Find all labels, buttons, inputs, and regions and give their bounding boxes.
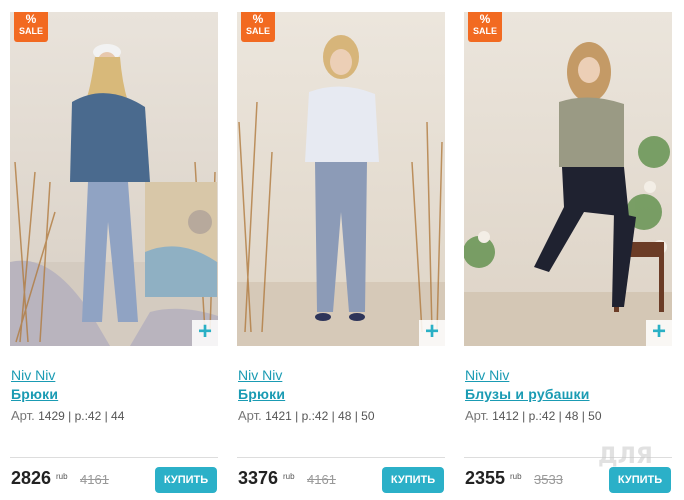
product-brand-link[interactable]: Niv Niv [238,367,282,383]
sale-label: SALE [472,26,497,36]
product-photo[interactable] [10,12,218,346]
add-plus-icon[interactable]: + [646,320,672,346]
sku-label: Арт. [465,408,489,423]
sale-percent-icon: % [479,12,491,26]
price-currency: rub [56,472,68,481]
buy-button[interactable]: КУПИТЬ [382,467,444,493]
buy-button[interactable]: КУПИТЬ [609,467,671,493]
product-card: % SALE + Niv Niv Блузы и рубашки Арт. 14… [464,0,678,500]
divider [10,457,218,458]
product-card: % SALE + Niv Niv Брюки Арт. 1429 | р.:42… [10,0,224,500]
sku-sizes: 1421 | р.:42 | 48 | 50 [265,409,375,423]
add-plus-icon[interactable]: + [192,320,218,346]
sku-sizes: 1412 | р.:42 | 48 | 50 [492,409,602,423]
sale-badge: % SALE [468,12,502,42]
sale-percent-icon: % [252,12,264,26]
product-card: % SALE + Niv Niv Брюки Арт. 1421 | р.:42… [237,0,451,500]
buy-button[interactable]: КУПИТЬ [155,467,217,493]
sku-label: Арт. [238,408,262,423]
sale-label: SALE [245,26,270,36]
product-price: 3376 [238,468,279,488]
product-price: 2355 [465,468,506,488]
product-sku: Арт. 1412 | р.:42 | 48 | 50 [465,408,602,423]
old-price: 4161 [307,472,336,487]
sale-label: SALE [18,26,43,36]
product-name-link[interactable]: Брюки [11,386,58,402]
add-plus-icon[interactable]: + [419,320,445,346]
sku-sizes: 1429 | р.:42 | 44 [38,409,125,423]
sku-label: Арт. [11,408,35,423]
product-photo[interactable] [237,12,445,346]
product-grid: % SALE + Niv Niv Брюки Арт. 1429 | р.:42… [0,0,684,500]
product-sku: Арт. 1421 | р.:42 | 48 | 50 [238,408,375,423]
sale-badge: % SALE [14,12,48,42]
old-price: 3533 [534,472,563,487]
sale-percent-icon: % [25,12,37,26]
price-currency: rub [283,472,295,481]
product-brand-link[interactable]: Niv Niv [465,367,509,383]
price-currency: rub [510,472,522,481]
product-sku: Арт. 1429 | р.:42 | 44 [11,408,124,423]
product-brand-link[interactable]: Niv Niv [11,367,55,383]
product-price: 2826 [11,468,52,488]
product-name-link[interactable]: Брюки [238,386,285,402]
product-name-link[interactable]: Блузы и рубашки [465,386,590,402]
old-price: 4161 [80,472,109,487]
product-photo[interactable] [464,12,672,346]
sale-badge: % SALE [241,12,275,42]
divider [237,457,445,458]
watermark: ДЛЯ [598,444,653,469]
